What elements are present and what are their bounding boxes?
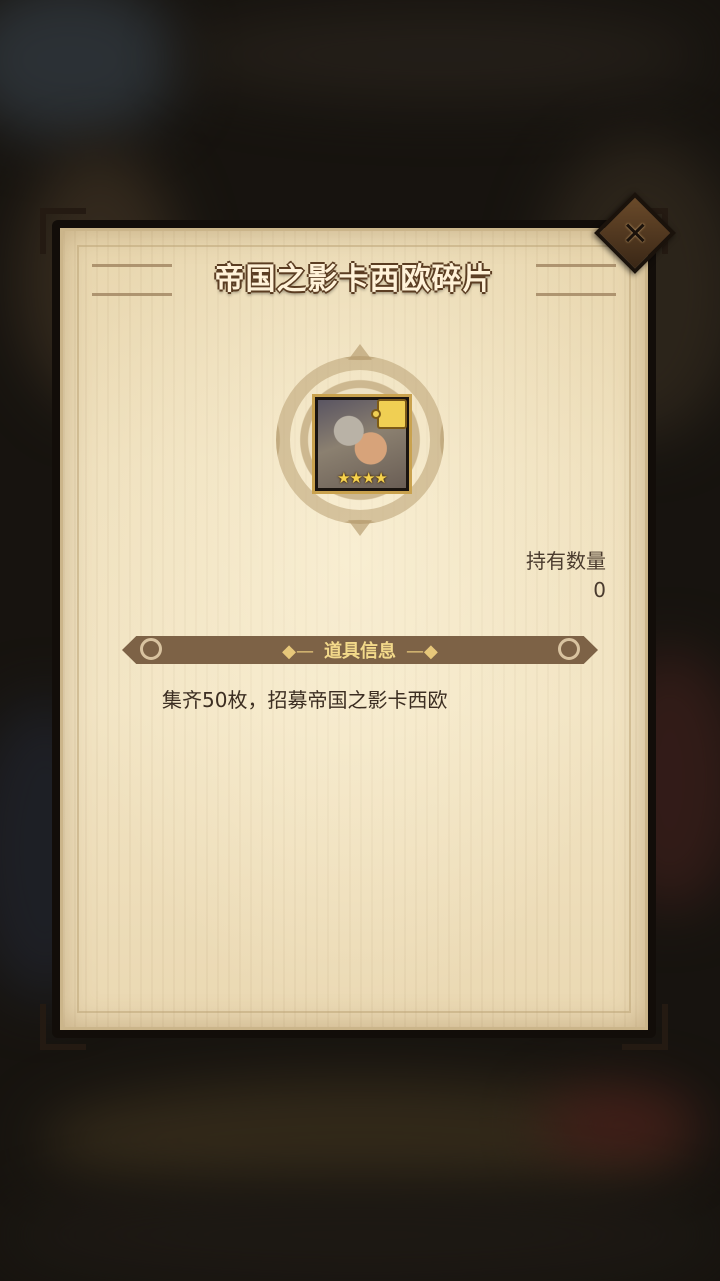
section-ornament-left [140,638,162,660]
ornament-dash-icon: ◆— [282,641,314,662]
section-ornament-right [558,638,580,660]
dialog-title: 帝国之影卡西欧碎片 [214,262,494,297]
title-deco-left [92,264,172,296]
section-header-item-info: ◆— 道具信息 —◆ [122,636,598,664]
close-icon[interactable]: ✕ [622,214,649,252]
item-info-dialog: 帝国之影卡西欧碎片 [40,208,668,1050]
corner-ornament-bottom-right [622,1004,668,1050]
puzzle-icon [371,399,407,429]
corner-ornament-top-left [40,208,86,254]
ornament-dash-icon: —◆ [406,641,438,662]
corner-ornament-bottom-left [40,1004,86,1050]
star-rating: ★★★★ [337,469,388,487]
owned-quantity-label: 持有数量 [526,549,606,573]
section-title: 道具信息 [324,641,396,662]
item-icon[interactable]: ★★★★ [312,394,412,494]
item-description: 集齐50枚，招募帝国之影卡西欧 [162,688,448,712]
title-deco-right [536,264,616,296]
title-banner: 帝国之影卡西欧碎片 [92,252,616,300]
owned-quantity-value: 0 [593,578,606,602]
